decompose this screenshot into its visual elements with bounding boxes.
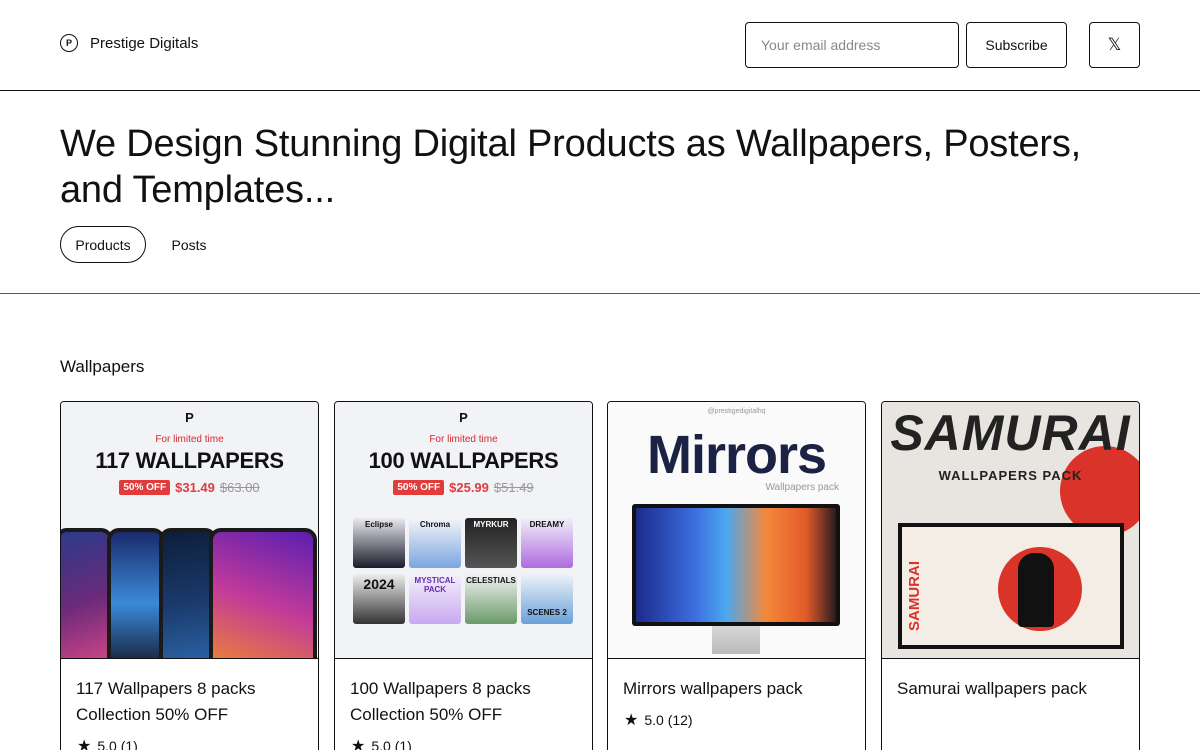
product-title: Samurai wallpapers pack <box>897 679 1087 698</box>
pack-tile: DREAMY <box>521 518 573 568</box>
product-card[interactable]: P For limited time 100 WALLPAPERS 50% OF… <box>334 401 593 750</box>
poster-frame: SAMURAI <box>898 523 1124 649</box>
samurai-vertical-text: SAMURAI <box>906 561 923 631</box>
prestige-logo-icon: P <box>185 410 194 425</box>
star-icon: ★ <box>351 738 366 750</box>
rating-value: 5.0 (12) <box>644 712 693 728</box>
hero-section: We Design Stunning Digital Products as W… <box>0 91 1200 294</box>
pack-tile: MYSTICAL PACK <box>409 574 461 624</box>
prestige-logo-icon: P <box>60 34 78 52</box>
samurai-figure <box>1018 553 1054 627</box>
promo-limited-text: For limited time <box>155 434 224 445</box>
product-thumbnail: @prestigedigitalhq Mirrors Wallpapers pa… <box>608 402 865 659</box>
pack-tile: Eclipse <box>353 518 405 568</box>
pack-tile: MYRKUR <box>465 518 517 568</box>
x-icon: 𝕏 <box>1107 35 1122 54</box>
promo-price: 50% OFF $25.99 $51.49 <box>335 480 592 495</box>
section-title: Wallpapers <box>60 357 145 376</box>
product-thumbnail: P For limited time 117 WALLPAPERS 50% OF… <box>61 402 318 659</box>
star-icon: ★ <box>624 712 639 729</box>
pack-tile: 2024 <box>353 574 405 624</box>
pack-tile: SCENES 2 <box>521 574 573 624</box>
promo-headline: 100 WALLPAPERS <box>368 448 559 473</box>
product-card[interactable]: @prestigedigitalhq Mirrors Wallpapers pa… <box>607 401 866 750</box>
price-now: $31.49 <box>175 480 215 495</box>
pack-tile: CELESTIALS <box>465 574 517 624</box>
product-title: Mirrors wallpapers pack <box>623 679 803 698</box>
phone-mockup <box>209 528 317 658</box>
mirrors-handle: @prestigedigitalhq <box>707 408 766 415</box>
rating-value: 5.0 (1) <box>97 738 138 750</box>
tab-posts[interactable]: Posts <box>158 226 220 263</box>
price-old: $63.00 <box>219 480 260 495</box>
product-title: 100 Wallpapers 8 packs Collection 50% OF… <box>350 679 531 724</box>
brand-link[interactable]: P Prestige Digitals <box>60 34 198 52</box>
promo-price: 50% OFF $31.49 $63.00 <box>61 480 318 495</box>
discount-badge: 50% OFF <box>119 480 171 495</box>
subscribe-button[interactable]: Subscribe <box>966 22 1067 68</box>
samurai-subtitle: WALLPAPERS PACK <box>938 468 1083 483</box>
rating-value: 5.0 (1) <box>371 738 412 750</box>
top-bar: P Prestige Digitals Subscribe 𝕏 <box>0 0 1200 91</box>
price-old: $51.49 <box>493 480 534 495</box>
product-rating: ★ 5.0 (12) <box>624 710 693 730</box>
phone-mockup <box>61 528 113 658</box>
prestige-logo-icon: P <box>459 410 468 425</box>
monitor-stand <box>712 626 760 654</box>
product-card[interactable]: SAMURAI WALLPAPERS PACK SAMURAI Samurai … <box>881 401 1140 750</box>
star-icon: ★ <box>77 738 92 750</box>
product-thumbnail: SAMURAI WALLPAPERS PACK SAMURAI <box>882 402 1139 659</box>
product-rating: ★ 5.0 (1) <box>351 736 412 750</box>
price-now: $25.99 <box>449 480 489 495</box>
pack-tile: Chroma <box>409 518 461 568</box>
mirrors-headline: Mirrors <box>646 425 827 485</box>
product-rating: ★ 5.0 (1) <box>77 736 138 750</box>
tab-products[interactable]: Products <box>60 226 146 263</box>
product-card[interactable]: P For limited time 117 WALLPAPERS 50% OF… <box>60 401 319 750</box>
monitor-mockup <box>632 504 840 626</box>
phone-mockup <box>107 528 165 658</box>
product-thumbnail: P For limited time 100 WALLPAPERS 50% OF… <box>335 402 592 659</box>
promo-limited-text: For limited time <box>429 434 498 445</box>
page-headline: We Design Stunning Digital Products as W… <box>60 123 1082 211</box>
email-input[interactable] <box>745 22 959 68</box>
mirrors-subtitle: Wallpapers pack <box>765 482 839 493</box>
samurai-headline: SAMURAI <box>890 405 1131 461</box>
brand-name: Prestige Digitals <box>90 34 199 52</box>
discount-badge: 50% OFF <box>393 480 445 495</box>
x-social-button[interactable]: 𝕏 <box>1089 22 1140 68</box>
product-title: 117 Wallpapers 8 packs Collection 50% OF… <box>76 679 256 724</box>
promo-headline: 117 WALLPAPERS <box>95 448 284 473</box>
